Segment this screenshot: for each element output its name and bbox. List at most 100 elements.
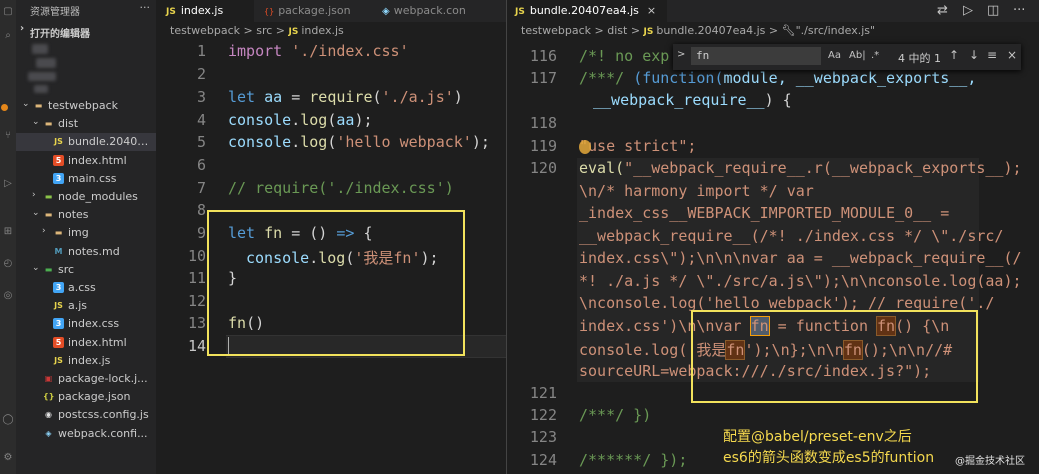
code-line-122[interactable]: /***/ }) xyxy=(579,406,651,424)
chevron-right-icon[interactable]: › xyxy=(32,190,36,200)
tree-item[interactable]: ◉ postcss.config.js xyxy=(16,406,156,424)
close-tab-icon[interactable]: × xyxy=(647,4,656,17)
tree-item-label: webpack.confi... xyxy=(58,426,148,440)
tab-bar: JS bundle.20407ea4.js × ⇄ ▷ ◫ ··· xyxy=(507,0,1039,22)
breadcrumb-symbol[interactable]: "./src/index.js" xyxy=(796,24,875,37)
tree-item[interactable]: › ▬ img xyxy=(16,224,156,242)
line-number: 11 xyxy=(187,269,206,287)
find-input[interactable]: fn xyxy=(691,47,821,65)
previous-match-button[interactable]: ↑ xyxy=(949,48,959,62)
chevron-down-icon[interactable]: ⌄ xyxy=(32,208,40,218)
chevron-down-icon[interactable]: ⌄ xyxy=(32,117,40,127)
tree-item[interactable]: {} package.json xyxy=(16,388,156,406)
chevron-down-icon[interactable]: ⌄ xyxy=(32,263,40,273)
tab-package-json[interactable]: {} package.json xyxy=(254,0,372,22)
regex-toggle[interactable]: .* xyxy=(871,50,879,61)
tree-item-label: index.js xyxy=(68,353,111,367)
breadcrumb-root[interactable]: testwebpack xyxy=(170,24,240,37)
code-line-120-wrap[interactable]: __webpack_require__(/*! ./index.css */ \… xyxy=(579,227,1003,245)
timeline-icon[interactable]: ◎ xyxy=(2,290,14,302)
close-find-button[interactable]: × xyxy=(1007,48,1017,62)
run-file-icon[interactable]: ▷ xyxy=(963,3,973,18)
breadcrumb-separator: > xyxy=(243,24,253,37)
compare-changes-icon[interactable]: ⇄ xyxy=(937,3,948,18)
breadcrumb-file[interactable]: bundle.20407ea4.js xyxy=(656,24,765,37)
webpack-file-icon: ◈ xyxy=(382,6,390,17)
code-line-4[interactable]: console.log(aa); xyxy=(228,111,373,129)
tree-item[interactable]: 3 index.css xyxy=(16,315,156,333)
breadcrumb-separator: > xyxy=(275,24,286,37)
tree-item[interactable]: JS index.js xyxy=(16,352,156,370)
code-line-117[interactable]: /***/ (function(module, __webpack_export… xyxy=(579,69,976,87)
code-line-116[interactable]: /*! no exp xyxy=(579,47,669,65)
files-icon[interactable]: ▢ xyxy=(2,6,14,18)
code-line-7[interactable]: // require('./index.css') xyxy=(228,179,454,197)
code-line-120-wrap[interactable]: \n/* harmony import */ var xyxy=(579,182,814,200)
tree-item-label: package.json xyxy=(58,390,131,404)
code-line-1[interactable]: import './index.css' xyxy=(228,42,409,60)
match-case-toggle[interactable]: Aa xyxy=(828,50,841,61)
line-number: 5 xyxy=(196,133,206,151)
source-control-icon[interactable]: ⑂ xyxy=(2,130,14,142)
tree-item[interactable]: ⌄ ▬ src xyxy=(16,261,156,279)
split-editor-icon[interactable]: ◫ xyxy=(987,3,999,18)
code-line-120-wrap[interactable]: *! ./a.js */ \"./src/a.js\");\n\nconsole… xyxy=(579,272,1022,290)
breadcrumb-root[interactable]: testwebpack xyxy=(521,24,591,37)
tree-item[interactable]: ⌄ ▬ testwebpack xyxy=(16,97,156,115)
breadcrumb-file[interactable]: index.js xyxy=(301,24,343,37)
tree-item[interactable]: › ▬ node_modules xyxy=(16,188,156,206)
chevron-down-icon[interactable]: ⌄ xyxy=(22,99,30,109)
tab-bundle-js[interactable]: JS bundle.20407ea4.js × xyxy=(507,0,667,22)
chevron-right-icon[interactable]: › xyxy=(42,226,46,236)
code-line-120[interactable]: eval("__webpack_require__.r(__webpack_ex… xyxy=(579,159,1022,177)
extensions-icon[interactable]: ⊞ xyxy=(2,226,14,238)
code-line-120-wrap[interactable]: index.css\");\n\n\nvar aa = __webpack_re… xyxy=(579,249,1022,267)
code-line-124[interactable]: /******/ }); xyxy=(579,451,687,469)
whole-word-toggle[interactable]: Ab| xyxy=(849,50,866,61)
tab-webpack-config[interactable]: ◈ webpack.con xyxy=(372,0,506,22)
tree-item[interactable]: ⌄ ▬ notes xyxy=(16,206,156,224)
breadcrumb-folder[interactable]: dist xyxy=(607,24,627,37)
tree-item[interactable]: ▣ package-lock.j... xyxy=(16,370,156,388)
code-line-120-wrap[interactable]: _index_css__WEBPACK_IMPORTED_MODULE_0__ … xyxy=(579,204,949,222)
code-line-3[interactable]: let aa = require('./a.js') xyxy=(228,88,463,106)
open-editors-section[interactable]: › 打开的编辑器 xyxy=(16,23,156,41)
tree-item[interactable]: ⌄ ▬ dist xyxy=(16,115,156,133)
code-line-117-cont[interactable]: __webpack_require__) { xyxy=(593,91,792,109)
tree-item[interactable]: 3 a.css xyxy=(16,279,156,297)
tree-item[interactable]: 5 index.html xyxy=(16,152,156,170)
find-in-selection-button[interactable]: ≡ xyxy=(987,48,997,62)
redacted-block xyxy=(32,44,48,54)
tab-label: package.json xyxy=(278,4,351,17)
run-icon[interactable]: ▷ xyxy=(2,178,14,190)
tree-item[interactable]: Mnotes.md xyxy=(16,243,156,261)
css-file-icon: 3 xyxy=(53,282,64,293)
line-number: 7 xyxy=(196,179,206,197)
tree-item-label: bundle.20407... xyxy=(68,135,154,149)
lightbulb-icon[interactable] xyxy=(579,140,591,154)
tab-index-js[interactable]: JS index.js xyxy=(156,0,254,22)
folder-icon: ▬ xyxy=(34,101,43,110)
open-editors-label: 打开的编辑器 xyxy=(30,29,90,40)
tree-item[interactable]: 5 index.html xyxy=(16,334,156,352)
more-actions-icon[interactable]: ··· xyxy=(1013,3,1025,18)
next-match-button[interactable]: ↓ xyxy=(969,48,979,62)
more-actions-icon[interactable]: ··· xyxy=(140,1,151,14)
search-icon[interactable]: ⌕ xyxy=(2,30,14,42)
tree-item[interactable]: JS a.js xyxy=(16,297,156,315)
tree-item[interactable]: ◈ webpack.confi... xyxy=(16,425,156,443)
account-icon[interactable]: ◯ xyxy=(2,414,14,426)
line-number: 8 xyxy=(196,201,206,219)
notification-badge xyxy=(1,104,8,111)
line-number: 6 xyxy=(196,156,206,174)
toggle-replace-icon[interactable]: > xyxy=(677,49,685,60)
tree-item[interactable]: JS bundle.20407... xyxy=(16,133,156,152)
remote-icon[interactable]: ◴ xyxy=(2,258,14,270)
line-number: 119 xyxy=(529,137,557,155)
tree-item[interactable]: 3 main.css xyxy=(16,170,156,188)
code-line-5[interactable]: console.log('hello webpack'); xyxy=(228,133,490,151)
settings-gear-icon[interactable]: ⚙ xyxy=(2,452,14,464)
folder-icon: ▬ xyxy=(54,228,63,238)
breadcrumb-folder[interactable]: src xyxy=(256,24,272,37)
code-line-119[interactable]: "use strict"; xyxy=(579,137,696,155)
